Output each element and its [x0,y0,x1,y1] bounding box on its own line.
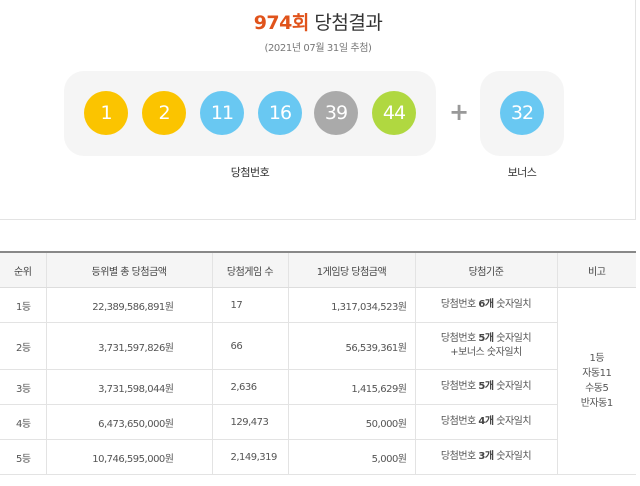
criteria-suffix: 숫자일치 [493,333,532,344]
remark-line: 자동11 [582,368,612,379]
criteria-suffix: 숫자일치 [493,299,532,310]
total-prize-cell: 10,746,595,000원 [45,439,212,475]
criteria-count: 4개 [478,416,494,427]
table-row: 2등 3,731,597,826원 66 56,539,361원 당첨번호 5개… [0,322,636,370]
rank-cell: 2등 [0,322,46,370]
remark-line: 1등 [589,353,605,364]
winning-numbers-label: 당첨번호 [230,166,270,179]
total-prize-cell: 3,731,598,044원 [45,369,212,405]
winning-ball-1: 1 [84,91,128,135]
criteria-suffix: 숫자일치 [493,416,532,427]
header-criteria: 당첨기준 [414,251,557,288]
bonus-number-box: 32 [480,71,564,156]
winning-ball-4: 16 [258,91,302,135]
criteria-count: 5개 [478,333,494,344]
criteria-cell: 당첨번호 5개 숫자일치 +보너스 숫자일치 [414,322,557,370]
table-header-row: 순위 등위별 총 당첨금액 당첨게임 수 1게임당 당첨금액 당첨기준 비고 [0,251,636,288]
header-prize-per-game: 1게임당 당첨금액 [287,251,415,288]
rank-cell: 5등 [0,439,46,475]
criteria-bonus-line: +보너스 숫자일치 [450,347,522,358]
prize-per-game-cell: 5,000원 [287,439,415,475]
winner-count-cell: 2,149,319 [211,439,288,475]
winner-count-cell: 2,636 [211,369,288,405]
total-prize-cell: 6,473,650,000원 [45,404,212,440]
draw-date: (2021년 07월 31일 추첨) [264,43,372,54]
header-rank: 순위 [0,251,46,288]
criteria-prefix: 당첨번호 [440,299,479,310]
criteria-cell: 당첨번호 6개 숫자일치 [414,287,557,323]
prize-per-game-cell: 50,000원 [287,404,415,440]
criteria-prefix: 당첨번호 [440,381,479,392]
total-prize-cell: 22,389,586,891원 [45,287,212,323]
criteria-prefix: 당첨번호 [440,451,479,462]
draw-result-panel: 974회 당첨결과 (2021년 07월 31일 추첨) 1 2 11 16 3… [0,0,636,220]
prize-per-game-cell: 1,415,629원 [287,369,415,405]
rank-cell: 3등 [0,369,46,405]
table-row: 1등 22,389,586,891원 17 1,317,034,523원 당첨번… [0,287,636,475]
criteria-prefix: 당첨번호 [440,416,479,427]
criteria-prefix: 당첨번호 [440,333,479,344]
remark-line: 수동5 [585,383,609,394]
criteria-cell: 당첨번호 4개 숫자일치 [414,404,557,440]
criteria-cell: 당첨번호 5개 숫자일치 [414,369,557,405]
header-total-prize: 등위별 총 당첨금액 [45,251,212,288]
table-row: 5등 10,746,595,000원 2,149,319 5,000원 당첨번호… [0,439,636,475]
criteria-suffix: 숫자일치 [493,381,532,392]
table-row: 4등 6,473,650,000원 129,473 50,000원 당첨번호 4… [0,404,636,440]
winning-numbers-box: 1 2 11 16 39 44 [64,71,436,156]
page-title: 974회 당첨결과 [0,10,636,36]
criteria-count: 5개 [478,381,494,392]
prize-table: 순위 등위별 총 당첨금액 당첨게임 수 1게임당 당첨금액 당첨기준 비고 1… [0,251,636,475]
winning-ball-2: 2 [142,91,186,135]
winner-count-cell: 66 [211,322,288,370]
winning-ball-3: 11 [200,91,244,135]
winner-count-cell: 17 [211,287,288,323]
winning-ball-6: 44 [372,91,416,135]
winning-ball-5: 39 [314,91,358,135]
round-number: 974회 [253,12,310,34]
bonus-ball: 32 [500,91,544,135]
plus-icon: + [449,98,470,126]
total-prize-cell: 3,731,597,826원 [45,322,212,370]
header-winner-count: 당첨게임 수 [211,251,288,288]
remark-cell: 1등 자동11 수동5 반자동1 [556,287,636,475]
remark-line: 반자동1 [580,398,613,409]
criteria-cell: 당첨번호 3개 숫자일치 [414,439,557,475]
rank-cell: 1등 [0,287,46,323]
criteria-count: 3개 [478,451,494,462]
header-remark: 비고 [556,251,636,288]
criteria-suffix: 숫자일치 [493,451,532,462]
winner-count-cell: 129,473 [211,404,288,440]
prize-per-game-cell: 56,539,361원 [287,322,415,370]
rank-cell: 4등 [0,404,46,440]
table-row: 3등 3,731,598,044원 2,636 1,415,629원 당첨번호 … [0,369,636,405]
criteria-count: 6개 [478,299,494,310]
title-text: 당첨결과 [314,12,383,34]
prize-per-game-cell: 1,317,034,523원 [287,287,415,323]
bonus-label: 보너스 [507,166,537,179]
